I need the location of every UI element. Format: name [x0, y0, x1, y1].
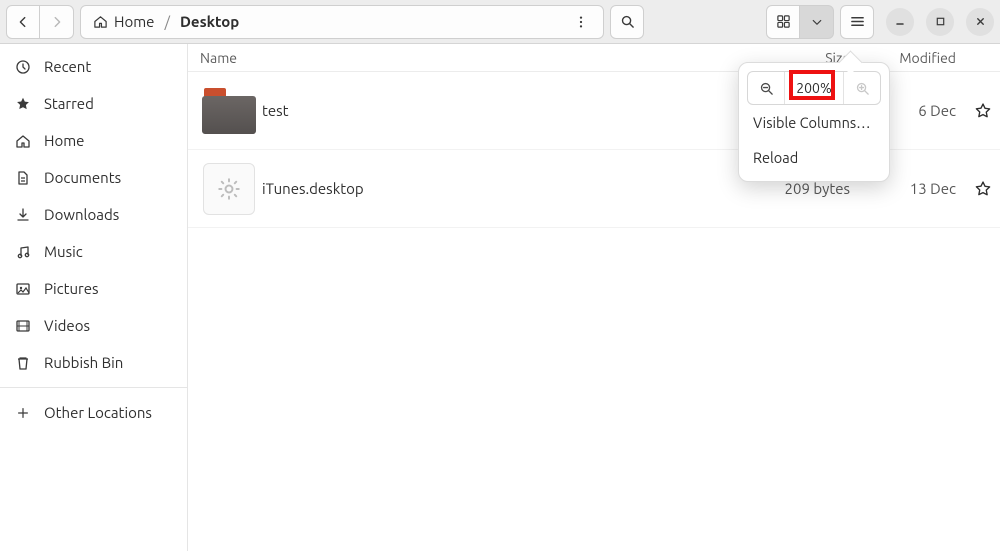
plus-icon — [14, 406, 32, 420]
window-controls — [886, 8, 994, 36]
minimize-icon — [894, 16, 906, 28]
forward-button[interactable] — [40, 5, 74, 39]
zoom-control: 200% — [747, 71, 881, 105]
downloads-icon — [14, 207, 32, 223]
videos-icon — [14, 318, 32, 334]
star-outline-icon — [974, 102, 992, 120]
visible-columns-item[interactable]: Visible Columns… — [747, 105, 881, 140]
search-icon — [620, 14, 635, 29]
gear-icon — [216, 176, 242, 202]
sidebar-item-label: Starred — [44, 95, 94, 112]
zoom-in-button[interactable] — [844, 72, 880, 104]
sidebar-item-other-locations[interactable]: Other Locations — [0, 394, 187, 431]
pathbar[interactable]: Home / Desktop — [80, 5, 604, 39]
close-button[interactable] — [966, 8, 994, 36]
path-current-label: Desktop — [180, 13, 239, 30]
view-options-popover: 200% Visible Columns… Reload — [738, 62, 890, 182]
home-icon — [93, 14, 108, 29]
sidebar-item-pictures[interactable]: Pictures — [0, 270, 187, 307]
sidebar-item-label: Rubbish Bin — [44, 354, 123, 371]
desktop-file-icon — [200, 160, 258, 218]
zoom-in-icon — [855, 81, 870, 96]
sidebar-item-starred[interactable]: Starred — [0, 85, 187, 122]
sidebar-item-label: Videos — [44, 317, 90, 334]
hamburger-menu-button[interactable] — [840, 5, 874, 39]
path-home-label: Home — [114, 13, 154, 30]
trash-icon — [14, 355, 32, 371]
sidebar-item-music[interactable]: Music — [0, 233, 187, 270]
view-options-button[interactable] — [800, 5, 834, 39]
chevron-right-icon — [50, 15, 64, 29]
zoom-out-icon — [759, 81, 774, 96]
pictures-icon — [14, 281, 32, 297]
home-icon — [14, 133, 32, 149]
column-header-name[interactable]: Name — [200, 50, 746, 66]
path-current[interactable]: Desktop — [176, 6, 243, 38]
sidebar-item-label: Other Locations — [44, 404, 152, 421]
star-outline-icon — [974, 180, 992, 198]
star-filled-icon — [14, 96, 32, 112]
nav-group — [6, 5, 74, 39]
kebab-icon — [574, 15, 588, 29]
folder-icon — [200, 82, 258, 140]
path-separator: / — [164, 13, 170, 30]
close-icon — [975, 16, 986, 27]
sidebar-item-documents[interactable]: Documents — [0, 159, 187, 196]
sidebar-item-downloads[interactable]: Downloads — [0, 196, 187, 233]
headerbar: Home / Desktop — [0, 0, 1000, 44]
sidebar: Recent Starred Home Documents Downloads … — [0, 44, 188, 551]
maximize-icon — [935, 16, 946, 27]
chevron-left-icon — [16, 15, 30, 29]
file-name: iTunes.desktop — [258, 180, 746, 197]
music-icon — [14, 244, 32, 260]
sidebar-item-label: Home — [44, 132, 84, 149]
grid-icon — [776, 14, 791, 29]
sidebar-item-trash[interactable]: Rubbish Bin — [0, 344, 187, 381]
maximize-button[interactable] — [926, 8, 954, 36]
search-button[interactable] — [610, 5, 644, 39]
back-button[interactable] — [6, 5, 40, 39]
sidebar-item-label: Recent — [44, 58, 91, 75]
star-toggle[interactable] — [966, 102, 1000, 120]
chevron-down-icon — [811, 16, 823, 28]
path-menu-button[interactable] — [567, 5, 595, 39]
view-switcher — [766, 5, 834, 39]
sidebar-item-label: Documents — [44, 169, 121, 186]
hamburger-icon — [850, 14, 865, 29]
sidebar-separator — [0, 387, 187, 388]
file-manager-window: Home / Desktop — [0, 0, 1000, 551]
sidebar-item-videos[interactable]: Videos — [0, 307, 187, 344]
clock-icon — [14, 59, 32, 75]
file-modified: 13 Dec — [866, 180, 966, 197]
star-toggle[interactable] — [966, 180, 1000, 198]
file-size: 209 bytes — [746, 180, 866, 197]
file-name: test — [258, 102, 746, 119]
icon-view-button[interactable] — [766, 5, 800, 39]
path-home[interactable]: Home — [89, 6, 158, 38]
zoom-out-button[interactable] — [748, 72, 784, 104]
sidebar-item-home[interactable]: Home — [0, 122, 187, 159]
sidebar-item-label: Downloads — [44, 206, 119, 223]
documents-icon — [14, 170, 32, 186]
sidebar-item-label: Music — [44, 243, 83, 260]
sidebar-item-recent[interactable]: Recent — [0, 48, 187, 85]
zoom-value: 200% — [784, 72, 844, 104]
sidebar-item-label: Pictures — [44, 280, 99, 297]
minimize-button[interactable] — [886, 8, 914, 36]
reload-item[interactable]: Reload — [747, 140, 881, 175]
